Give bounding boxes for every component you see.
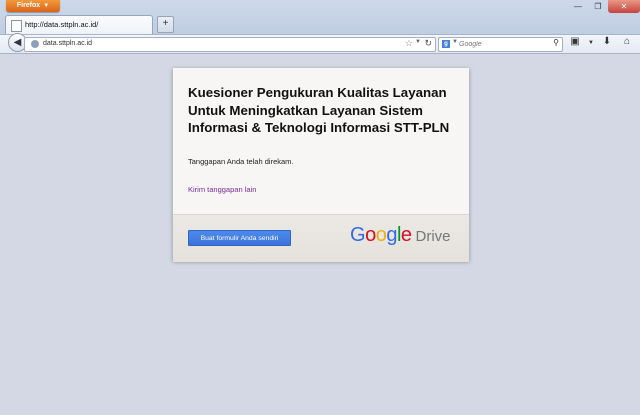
new-tab-button[interactable]: +: [157, 16, 174, 33]
tab-title: http://data.sttpln.ac.id/: [25, 20, 99, 29]
card-content: Kuesioner Pengukuran Kualitas Layanan Un…: [173, 68, 469, 214]
toolbar-icons: ▣ ▼ ⬇ ⌂: [568, 36, 634, 50]
firefox-menu-button[interactable]: Firefox ▼: [6, 0, 60, 12]
window-controls: — ❐ ✕: [568, 0, 640, 14]
chevron-down-icon[interactable]: ▼: [415, 39, 421, 45]
google-drive-logo: Google Drive: [350, 224, 451, 247]
download-icon[interactable]: ⬇: [600, 36, 614, 50]
google-letter: g: [386, 224, 397, 246]
google-letter: G: [350, 224, 366, 246]
title-bar: Firefox ▼ — ❐ ✕ http://data.sttpln.ac.id/…: [0, 0, 640, 35]
form-response-card: Kuesioner Pengukuran Kualitas Layanan Un…: [173, 68, 469, 262]
firefox-menu-label: Firefox: [16, 2, 41, 9]
star-icon[interactable]: ☆: [405, 38, 413, 49]
google-letter: o: [375, 224, 387, 246]
create-form-button[interactable]: Buat formulir Anda sendiri: [188, 230, 291, 246]
url-text[interactable]: data.sttpln.ac.id: [43, 40, 92, 47]
screenshot-icon[interactable]: ▣: [568, 36, 582, 50]
google-letter: o: [365, 224, 376, 246]
navigation-toolbar: ◀ data.sttpln.ac.id ☆ ▼ ↻ g ▼ ⚲ ▣ ▼ ⬇ ⌂: [0, 33, 640, 54]
google-engine-icon[interactable]: g: [442, 40, 450, 48]
chevron-down-icon: ▼: [43, 3, 50, 9]
search-bar[interactable]: g ▼ ⚲: [438, 37, 563, 52]
drive-wordmark: Drive: [415, 228, 451, 245]
minimize-icon[interactable]: —: [568, 0, 588, 13]
chevron-down-icon[interactable]: ▼: [452, 39, 458, 45]
tab-current[interactable]: http://data.sttpln.ac.id/: [5, 15, 153, 35]
reload-icon[interactable]: ↻: [424, 38, 432, 49]
page-icon: [11, 20, 22, 32]
search-input[interactable]: [459, 39, 544, 49]
chevron-down-icon[interactable]: ▼: [588, 36, 594, 50]
google-wordmark: Google: [350, 224, 412, 246]
close-icon[interactable]: ✕: [608, 0, 640, 13]
card-footer: Buat formulir Anda sendiri Google Drive: [173, 214, 469, 262]
home-icon[interactable]: ⌂: [620, 36, 634, 50]
submit-another-response-link[interactable]: Kirim tanggapan lain: [188, 185, 256, 194]
globe-icon: [31, 40, 39, 48]
magnifier-icon[interactable]: ⚲: [553, 38, 559, 47]
maximize-icon[interactable]: ❐: [588, 0, 608, 13]
google-letter: e: [400, 224, 412, 246]
address-bar[interactable]: data.sttpln.ac.id ☆ ▼ ↻: [24, 37, 436, 52]
form-title: Kuesioner Pengukuran Kualitas Layanan Un…: [188, 85, 450, 135]
confirmation-message: Tanggapan Anda telah direkam.: [188, 157, 294, 166]
